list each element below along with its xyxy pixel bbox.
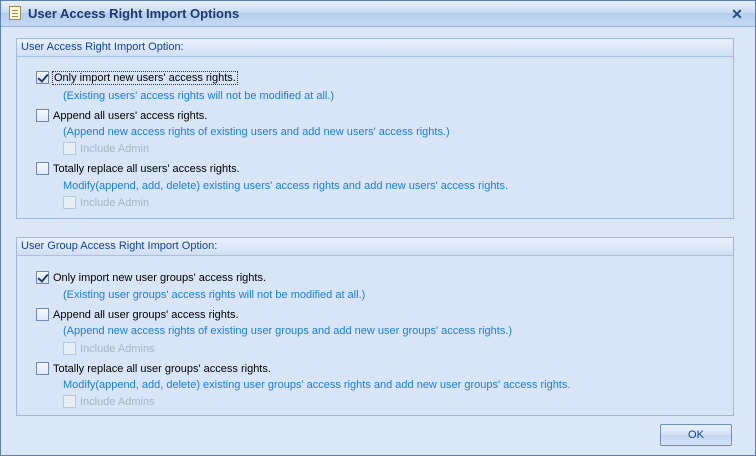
- include-admins-label: Include Admins: [80, 342, 155, 355]
- include-admin-checkbox: [63, 142, 76, 155]
- users-only-new-checkbox[interactable]: [36, 71, 49, 84]
- user-group-access-right-group: User Group Access Right Import Option: O…: [16, 237, 734, 416]
- option-description: (Append new access rights of existing us…: [63, 126, 450, 138]
- option-description: (Existing users' access rights will not …: [63, 90, 335, 102]
- option-description: Modify(append, add, delete) existing use…: [63, 379, 571, 391]
- include-admins-checkbox: [63, 395, 76, 408]
- option-label[interactable]: Only import new users' access rights.: [52, 70, 238, 85]
- include-admin-label: Include Admin: [80, 196, 150, 209]
- groups-replace-include-admins: Include Admins: [63, 395, 155, 408]
- title-bar: User Access Right Import Options ✕: [1, 1, 755, 27]
- option-label[interactable]: Append all user groups' access rights.: [53, 309, 239, 321]
- groups-replace-all-option[interactable]: Totally replace all user groups' access …: [36, 362, 271, 375]
- window-title: User Access Right Import Options: [28, 6, 240, 21]
- include-admin-label: Include Admin: [80, 142, 150, 155]
- groups-append-all-option[interactable]: Append all user groups' access rights.: [36, 308, 239, 321]
- group-header: User Access Right Import Option:: [17, 39, 733, 57]
- option-description: (Existing user groups' access rights wil…: [63, 289, 366, 301]
- close-button[interactable]: ✕: [729, 6, 745, 22]
- groups-only-new-checkbox[interactable]: [36, 271, 49, 284]
- option-label[interactable]: Totally replace all users' access rights…: [53, 163, 240, 175]
- groups-replace-all-checkbox[interactable]: [36, 362, 49, 375]
- groups-append-all-checkbox[interactable]: [36, 308, 49, 321]
- import-options-dialog: User Access Right Import Options ✕ User …: [0, 0, 756, 456]
- users-replace-all-option[interactable]: Totally replace all users' access rights…: [36, 162, 240, 175]
- users-append-all-checkbox[interactable]: [36, 109, 49, 122]
- users-replace-include-admin: Include Admin: [63, 196, 149, 209]
- include-admins-label: Include Admins: [80, 395, 155, 408]
- option-description: (Append new access rights of existing us…: [63, 325, 513, 337]
- ok-button[interactable]: OK: [660, 424, 732, 446]
- include-admins-checkbox: [63, 342, 76, 355]
- user-access-right-group: User Access Right Import Option: Only im…: [16, 38, 734, 219]
- groups-only-new-option[interactable]: Only import new user groups' access righ…: [36, 271, 266, 284]
- groups-append-include-admins: Include Admins: [63, 342, 155, 355]
- document-icon: [9, 6, 21, 20]
- option-description: Modify(append, add, delete) existing use…: [63, 180, 509, 192]
- users-append-include-admin: Include Admin: [63, 142, 149, 155]
- users-append-all-option[interactable]: Append all users' access rights.: [36, 109, 207, 122]
- users-replace-all-checkbox[interactable]: [36, 162, 49, 175]
- users-only-new-option[interactable]: Only import new users' access rights.: [36, 70, 238, 85]
- option-label[interactable]: Append all users' access rights.: [53, 110, 207, 122]
- close-icon: ✕: [731, 6, 743, 22]
- include-admin-checkbox: [63, 196, 76, 209]
- group-header: User Group Access Right Import Option:: [17, 238, 733, 256]
- option-label[interactable]: Totally replace all user groups' access …: [53, 363, 271, 375]
- option-label[interactable]: Only import new user groups' access righ…: [53, 272, 266, 284]
